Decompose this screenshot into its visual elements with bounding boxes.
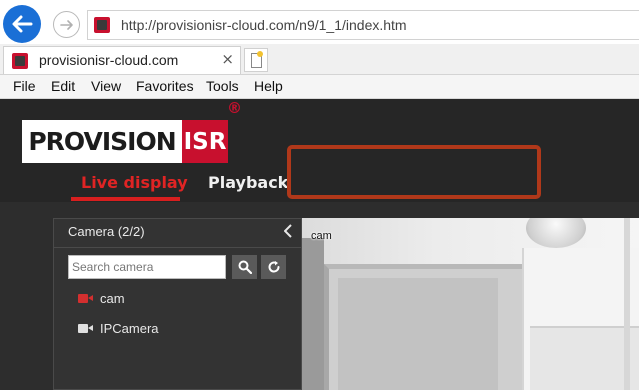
camera-icon	[78, 323, 93, 333]
address-bar: http://provisionisr-cloud.com/n9/1_1/ind…	[0, 0, 639, 44]
search-camera-input[interactable]	[68, 255, 226, 279]
registered-mark: ®	[227, 99, 242, 117]
refresh-button[interactable]	[261, 255, 286, 279]
new-tab-button[interactable]	[244, 48, 268, 72]
close-tab-icon[interactable]: ×	[221, 50, 234, 68]
menu-bar: File Edit View Favorites Tools Help	[0, 75, 639, 99]
chevron-left-icon[interactable]	[283, 223, 292, 242]
video-view[interactable]: cam	[302, 218, 639, 390]
tab-playback[interactable]: Playback	[208, 173, 288, 192]
back-button[interactable]	[3, 5, 41, 43]
tab-live-display[interactable]: Live display	[81, 173, 188, 192]
menu-view[interactable]: View	[91, 78, 121, 94]
arrow-right-icon	[59, 19, 73, 30]
menu-tools[interactable]: Tools	[206, 78, 239, 94]
tab-favicon-icon	[12, 53, 28, 69]
camera-label: IPCamera	[100, 320, 159, 336]
arrow-left-icon	[12, 15, 33, 33]
tab-title: provisionisr-cloud.com	[39, 52, 179, 68]
url-text: http://provisionisr-cloud.com/n9/1_1/ind…	[121, 17, 407, 33]
camera-panel-title: Camera (2/2)	[68, 224, 145, 239]
camera-panel-header: Camera (2/2)	[54, 219, 301, 248]
camera-label: cam	[100, 290, 125, 306]
menu-edit[interactable]: Edit	[51, 78, 75, 94]
tab-strip: provisionisr-cloud.com ×	[0, 44, 639, 75]
app-header: PROVISION ISR ® Live display Playback	[0, 99, 639, 202]
browser-tab[interactable]: provisionisr-cloud.com ×	[3, 46, 241, 74]
refresh-icon	[268, 261, 280, 273]
logo-text-left: PROVISION	[28, 127, 176, 156]
active-tab-indicator	[71, 197, 180, 201]
search-icon	[238, 260, 252, 274]
camera-list-item[interactable]: cam	[78, 289, 125, 307]
main-area: Camera (2/2) cam IPCamera	[0, 202, 639, 390]
search-button[interactable]	[232, 255, 257, 279]
menu-favorites[interactable]: Favorites	[136, 78, 194, 94]
forward-button[interactable]	[53, 11, 80, 38]
camera-icon	[78, 293, 93, 303]
url-field[interactable]: http://provisionisr-cloud.com/n9/1_1/ind…	[87, 10, 639, 40]
video-channel-label: cam	[311, 230, 332, 242]
logo-text-right: ISR	[183, 128, 227, 155]
menu-file[interactable]: File	[13, 78, 36, 94]
menu-help[interactable]: Help	[254, 78, 283, 94]
site-favicon-icon	[94, 17, 110, 33]
provision-logo: PROVISION ISR	[22, 120, 228, 163]
camera-list-item[interactable]: IPCamera	[78, 319, 159, 337]
highlight-box	[287, 145, 541, 199]
camera-panel: Camera (2/2) cam IPCamera	[53, 218, 302, 390]
